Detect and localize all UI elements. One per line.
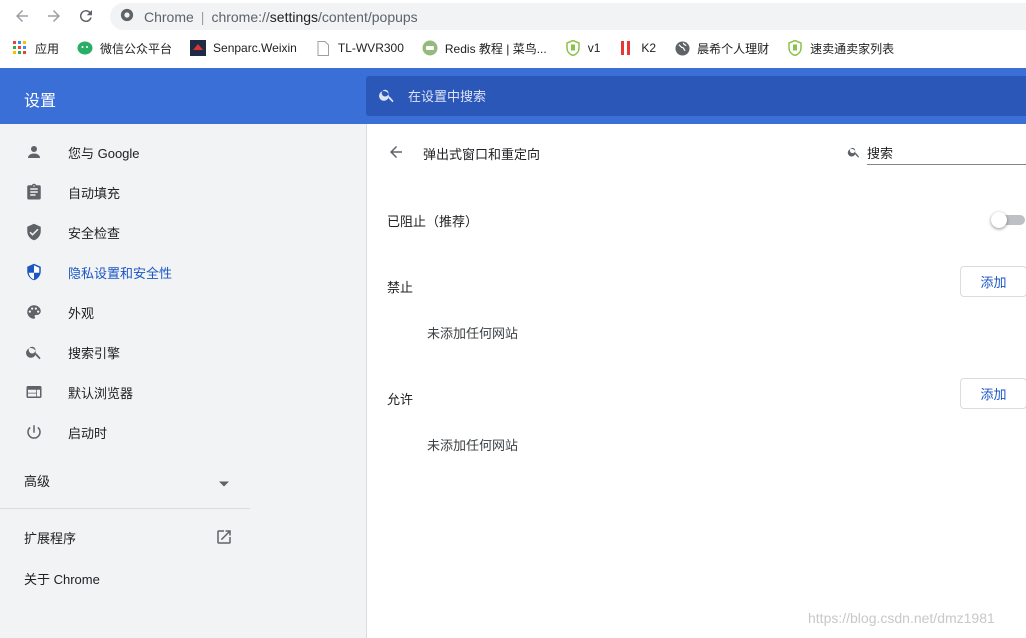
apps-grid-icon [12,40,28,56]
search-icon [24,342,44,362]
address-bar[interactable]: Chrome | chrome://settings/content/popup… [110,3,1026,30]
sidebar-divider [0,508,250,509]
blocked-recommended-label: 已阻止（推荐） [387,214,479,229]
bookmark-label: TL-WVR300 [337,41,404,55]
arrow-left-icon [387,143,405,164]
sidebar-item-default-browser[interactable]: 默认浏览器 [0,372,366,412]
sidebar-item-label: 隐私设置和安全性 [68,265,173,281]
url-prefix: chrome:// [211,8,270,25]
block-empty-text: 未添加任何网站 [427,326,519,341]
blocked-toggle[interactable] [991,212,1026,228]
page-back-button[interactable] [385,142,407,164]
sidebar-item-label: 搜索引擎 [68,345,121,361]
extensions-label: 扩展程序 [24,531,77,546]
settings-title: 设置 [24,93,57,110]
forward-button[interactable] [42,5,66,29]
about-chrome-label: 关于 Chrome [24,572,100,587]
k2-icon [618,40,634,56]
bookmark-label: 速卖通卖家列表 [810,41,895,56]
power-icon [24,422,44,442]
page-search[interactable] [847,142,1026,165]
globe-icon [674,40,690,56]
bookmark-aliexpress[interactable]: 速卖通卖家列表 [787,40,894,57]
bookmark-senparc[interactable]: Senparc.Weixin [190,40,297,56]
bookmark-redis[interactable]: Redis 教程 | 菜鸟... [422,40,547,57]
url-text: chrome://settings/content/popups [211,9,417,25]
open-in-new-icon[interactable] [215,528,233,549]
url-path: /content/popups [318,8,418,25]
settings-sidebar: 您与 Google 自动填充 安全检查 隐私设置和安全性 外观 搜索引擎 默认浏… [0,124,366,638]
sidebar-item-label: 您与 Google [68,145,140,161]
senparc-icon [190,40,207,56]
sidebar-item-privacy-security[interactable]: 隐私设置和安全性 [0,252,366,292]
bookmark-label: 微信公众平台 [100,41,173,56]
search-icon [847,145,861,162]
url-separator: | [200,8,205,25]
bookmark-k2[interactable]: K2 [618,40,656,56]
sidebar-item-label: 安全检查 [68,225,121,241]
bookmark-v1[interactable]: v1 [565,40,601,56]
sidebar-item-search-engine[interactable]: 搜索引擎 [0,332,366,372]
bookmark-label: K2 [641,41,657,55]
url-host: settings [269,8,319,25]
bookmark-label: 应用 [35,41,60,56]
add-allowed-site-button[interactable]: 添加 [960,378,1026,409]
sidebar-about-chrome[interactable]: 关于 Chrome [24,569,100,588]
reload-icon [77,7,95,28]
bookmark-label: 晨希个人理财 [697,41,770,56]
site-name: Chrome [144,8,194,25]
clipboard-icon [24,182,44,202]
sidebar-extensions[interactable]: 扩展程序 [24,528,76,547]
arrow-left-icon [13,7,31,28]
shield-green-icon [787,40,803,56]
search-icon [378,86,396,107]
popups-settings-page: 弹出式窗口和重定向 已阻止（推荐） 禁止 添加 未添加任何网站 允许 添加 未添… [366,124,1026,638]
page-search-input[interactable] [867,142,1026,165]
bookmark-wechat[interactable]: 微信公众平台 [77,40,172,57]
toggle-knob [991,212,1007,228]
allow-empty-text: 未添加任何网站 [427,438,519,453]
bookmark-label: Senparc.Weixin [213,41,297,55]
person-icon [24,142,44,162]
bookmark-apps[interactable]: 应用 [12,40,59,57]
sidebar-item-safety-check[interactable]: 安全检查 [0,212,366,252]
wechat-icon [77,40,93,56]
page-title: 弹出式窗口和重定向 [423,147,541,162]
shield-check-icon [24,222,44,242]
bookmark-tl-wvr300[interactable]: TL-WVR300 [315,40,404,56]
browser-window-icon [24,382,44,402]
settings-search-input[interactable] [408,88,968,104]
bookmark-label: v1 [587,41,601,55]
back-button[interactable] [10,5,34,29]
chevron-down-icon[interactable] [218,476,230,491]
settings-header: 设置 [0,68,1026,124]
sidebar-item-label: 外观 [68,305,95,321]
palette-icon [24,302,44,322]
sidebar-item-label: 默认浏览器 [68,385,134,401]
sidebar-item-autofill[interactable]: 自动填充 [0,172,366,212]
chrome-page-icon [120,8,134,25]
advanced-label: 高级 [24,474,51,489]
sidebar-advanced[interactable]: 高级 [24,471,50,490]
browser-toolbar: Chrome | chrome://settings/content/popup… [0,0,1026,34]
shield-green-icon [565,40,581,56]
watermark-text: https://blog.csdn.net/dmz1981 [808,610,995,626]
arrow-right-icon [45,7,63,28]
runoob-icon [422,40,438,56]
shield-privacy-icon [24,262,44,282]
block-section-label: 禁止 [387,280,414,295]
sidebar-item-label: 自动填充 [68,185,121,201]
sidebar-item-you-and-google[interactable]: 您与 Google [0,132,366,172]
settings-search-bar[interactable] [366,76,1026,116]
add-blocked-site-button[interactable]: 添加 [960,266,1026,297]
sidebar-item-appearance[interactable]: 外观 [0,292,366,332]
page-icon [315,40,331,56]
sidebar-item-label: 启动时 [68,425,108,441]
bookmarks-bar: 应用 微信公众平台 Senparc.Weixin TL-WVR300 Redis… [0,34,1026,62]
reload-button[interactable] [74,5,98,29]
bookmark-chenxi[interactable]: 晨希个人理财 [674,40,769,57]
sidebar-item-on-startup[interactable]: 启动时 [0,412,366,452]
allow-section-label: 允许 [387,392,414,407]
bookmark-label: Redis 教程 | 菜鸟... [444,41,547,56]
